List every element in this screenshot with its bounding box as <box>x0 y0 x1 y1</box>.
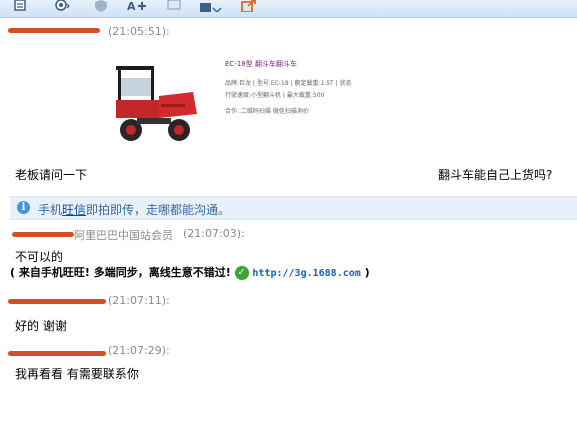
message-text: 好的 谢谢 <box>15 319 67 333</box>
redacted-sender-name <box>8 299 106 304</box>
footer-prefix: ( 来自手机旺旺! 多端同步，离线生意不错过! <box>10 266 235 279</box>
check-icon: ✓ <box>234 266 249 280</box>
product-spec-line: 品牌:巨龙 | 型号:EC-18 | 额定载重:1.5T | 状态 <box>225 80 352 87</box>
svg-text:A: A <box>127 0 136 12</box>
mobile-site-link[interactable]: http://3g.1688.com <box>252 268 360 279</box>
message-mobile-footer: ( 来自手机旺旺! 多端同步，离线生意不错过! ✓ http://3g.1688… <box>10 264 370 280</box>
message-timestamp: (21:07:03): <box>183 227 245 240</box>
chat-toolbar: A <box>0 0 577 18</box>
upload-icon[interactable] <box>200 0 222 12</box>
sender-suffix: 阿里巴巴中国站会员 <box>74 229 173 242</box>
message-timestamp: (21:07:11): <box>108 294 170 307</box>
notice-suffix: 即拍即传，走哪都能沟通。 <box>86 203 231 217</box>
message-text: 不可以的 <box>15 250 64 264</box>
message-text: 我再看看 有需要联系你 <box>15 367 139 381</box>
notice-bar: i 手机旺信即拍即传，走哪都能沟通。 <box>10 196 577 220</box>
wangxin-link[interactable]: 旺信 <box>62 203 86 217</box>
product-card[interactable]: EC-18型 翻斗车翻斗车 品牌:巨龙 | 型号:EC-18 | 额定载重:1.… <box>101 48 438 178</box>
screen-icon[interactable] <box>167 0 181 12</box>
message-timestamp: (21:05:51): <box>108 25 170 38</box>
product-image[interactable] <box>101 48 213 178</box>
shield-icon[interactable] <box>94 0 108 12</box>
emoji-icon[interactable] <box>54 0 70 12</box>
redacted-sender-name <box>12 232 74 237</box>
footer-suffix: ) <box>360 266 370 279</box>
redacted-sender-name <box>8 351 106 356</box>
info-icon: i <box>17 201 30 214</box>
redacted-sender-name <box>8 28 100 33</box>
dump-truck-image <box>101 48 213 178</box>
message-text: 翻斗车能自己上货吗? <box>438 168 553 182</box>
file-icon[interactable] <box>14 0 28 12</box>
product-title[interactable]: EC-18型 翻斗车翻斗车 <box>225 59 297 69</box>
notice-text: 手机旺信即拍即传，走哪都能沟通。 <box>38 201 230 218</box>
chat-history[interactable]: (21:05:51): EC-18型 翻斗车翻斗车 品牌:巨龙 | 型号:EC-… <box>0 18 577 437</box>
message-text: 老板请问一下 <box>15 168 88 182</box>
message-timestamp: (21:07:29): <box>108 344 170 357</box>
product-spec-line: 行驶速度:小型翻斗机 | 最大载重:500 <box>225 92 325 99</box>
product-spec-line: 合作: 二维码扫描 微信扫描询价 <box>225 108 309 115</box>
notice-prefix: 手机 <box>38 203 63 217</box>
share-icon[interactable] <box>241 0 257 12</box>
add-contact-icon[interactable]: A <box>127 0 149 12</box>
